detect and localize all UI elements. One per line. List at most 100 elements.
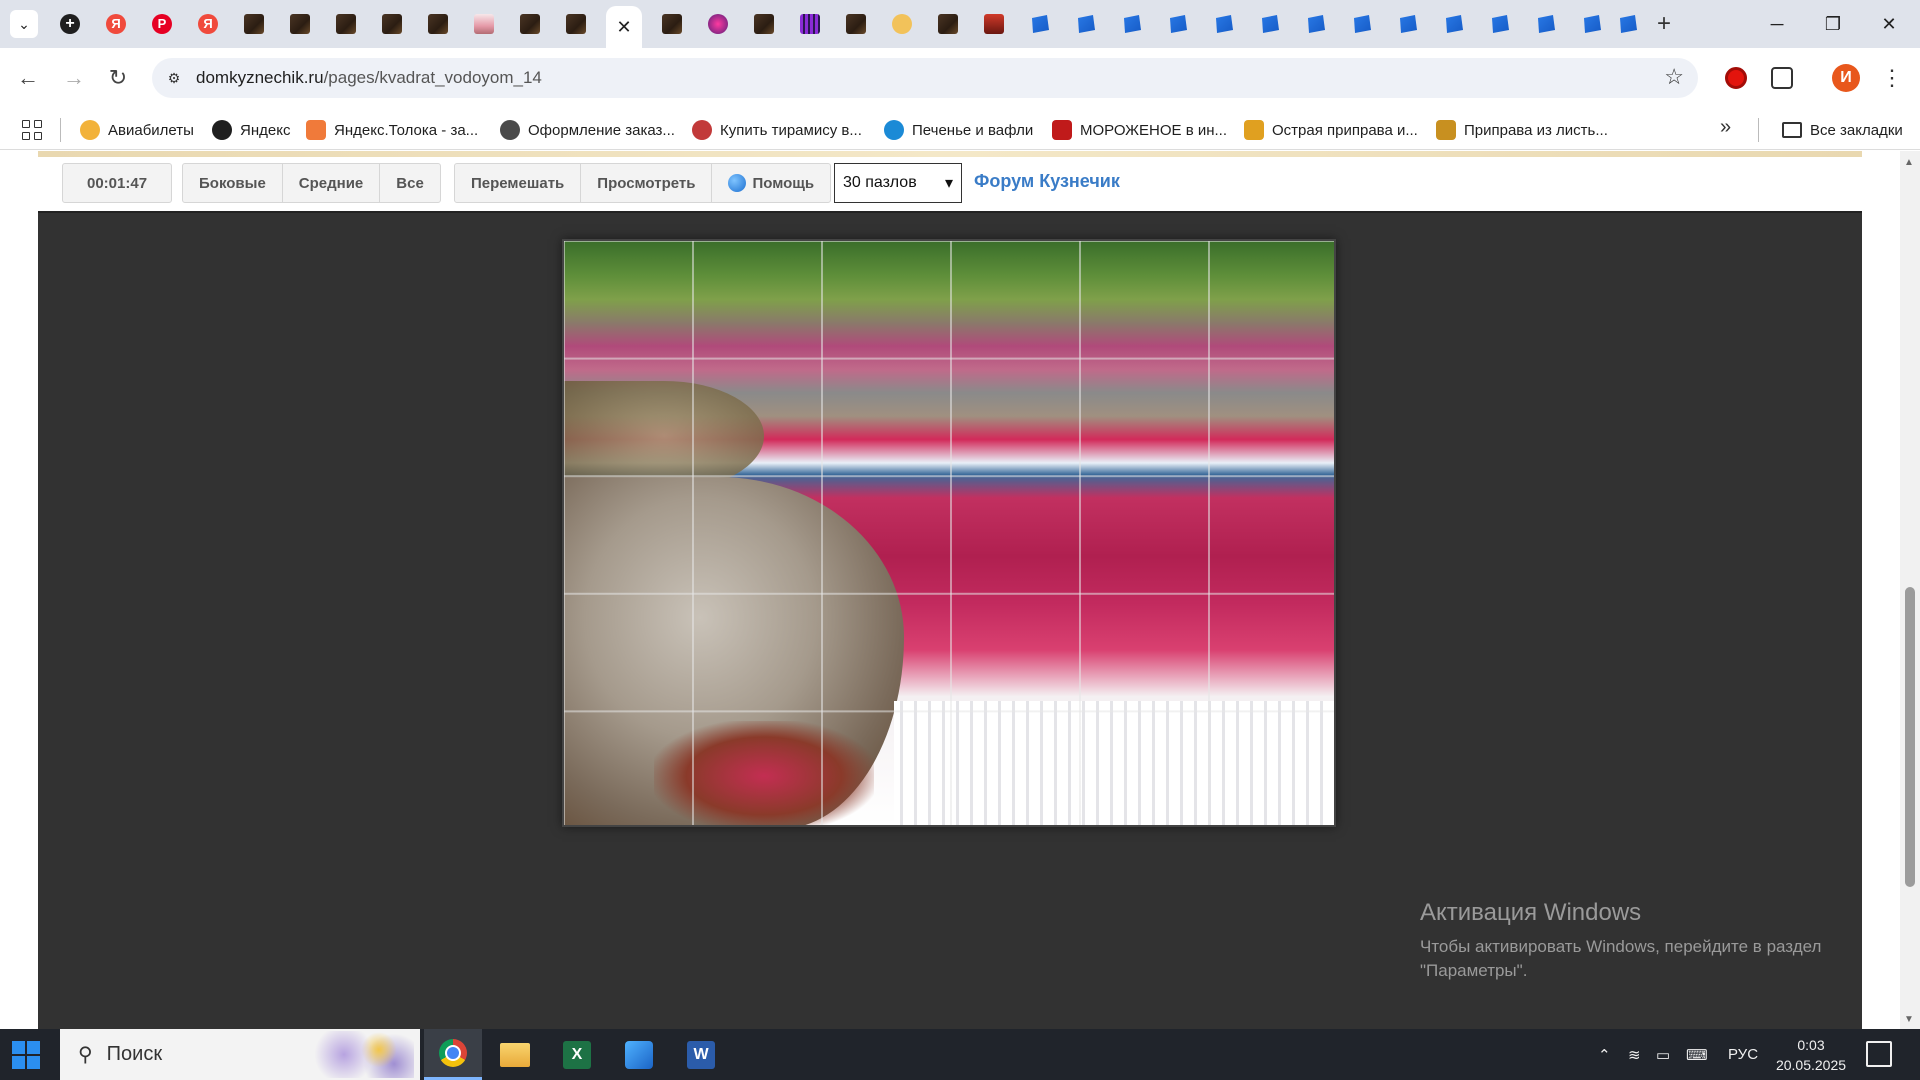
tab[interactable] <box>286 10 314 38</box>
excel-taskbar-button[interactable]: X <box>548 1029 606 1080</box>
menu-dots-icon[interactable]: ⋮ <box>1878 64 1906 92</box>
tab[interactable] <box>1614 10 1642 38</box>
bookmark-item[interactable]: Печенье и вафли <box>884 116 1033 144</box>
windows-start-icon[interactable] <box>12 1041 40 1069</box>
page-content: 00:01:47 Боковые Средние Все Перемешать … <box>0 151 1900 1029</box>
apps-grid-icon[interactable] <box>20 118 44 142</box>
more-bookmarks-chevron-icon[interactable]: » <box>1720 116 1731 139</box>
bookmark-item[interactable]: Яндекс.Толока - за... <box>306 116 478 144</box>
tab[interactable] <box>516 10 544 38</box>
bookmark-item[interactable]: Яндекс <box>212 116 290 144</box>
puzzle-image[interactable] <box>562 239 1336 827</box>
notifications-icon[interactable] <box>1866 1041 1892 1067</box>
dropdown-arrow-icon: ▾ <box>944 175 953 192</box>
page-scrollbar[interactable]: ▲ ▼ <box>1900 151 1920 1029</box>
tab[interactable] <box>1394 10 1422 38</box>
timer-display: 00:01:47 <box>87 174 148 192</box>
bookmark-label: Острая приправа и... <box>1272 121 1418 139</box>
shuffle-button[interactable]: Перемешать <box>455 164 582 202</box>
tab[interactable] <box>1256 10 1284 38</box>
new-tab-plus-icon[interactable]: + <box>1650 10 1678 38</box>
pieces-count-select[interactable]: 30 пазлов ▾ <box>834 163 962 203</box>
tab[interactable]: Я <box>194 10 222 38</box>
tab[interactable]: + <box>56 10 84 38</box>
close-tab-icon[interactable]: ✕ <box>616 17 631 38</box>
middles-button[interactable]: Средние <box>283 164 381 202</box>
show-hidden-icons-chevron-icon[interactable]: ⌃ <box>1598 1029 1611 1080</box>
restore-icon[interactable]: ❐ <box>1810 8 1856 40</box>
reload-icon[interactable]: ↻ <box>100 60 136 96</box>
url-text[interactable]: domkyznechik.ru/pages/kvadrat_vodoyom_14 <box>196 68 542 88</box>
taskbar-clock[interactable]: 0:03 20.05.2025 <box>1766 1035 1856 1075</box>
tab[interactable] <box>1302 10 1330 38</box>
tab[interactable] <box>842 10 870 38</box>
tab-active[interactable]: ✕ <box>606 6 642 48</box>
scroll-up-icon[interactable]: ▲ <box>1904 157 1914 168</box>
language-indicator[interactable]: РУС <box>1728 1029 1758 1080</box>
tab[interactable] <box>1164 10 1192 38</box>
tab[interactable] <box>240 10 268 38</box>
tab[interactable]: Я <box>102 10 130 38</box>
tab[interactable] <box>796 10 824 38</box>
tab[interactable] <box>470 10 498 38</box>
tab[interactable] <box>980 10 1008 38</box>
bookmark-item[interactable]: Острая приправа и... <box>1244 116 1418 144</box>
tab[interactable] <box>750 10 778 38</box>
blue-page-favicon-icon <box>1354 15 1371 33</box>
tab[interactable] <box>1348 10 1376 38</box>
tab[interactable] <box>1210 10 1238 38</box>
grid-favicon-icon <box>800 14 820 34</box>
chrome-taskbar-button[interactable] <box>424 1029 482 1080</box>
bookmark-item[interactable]: МОРОЖЕНОЕ в ин... <box>1052 116 1227 144</box>
site-settings-icon[interactable]: ⚙ <box>162 66 186 90</box>
keyboard-icon[interactable]: ⌨ <box>1686 1029 1708 1080</box>
bookmark-item[interactable]: Приправа из листь... <box>1436 116 1608 144</box>
tab[interactable] <box>888 10 916 38</box>
tab[interactable] <box>1486 10 1514 38</box>
preview-button[interactable]: Просмотреть <box>581 164 713 202</box>
explorer-taskbar-button[interactable] <box>486 1029 544 1080</box>
edges-button[interactable]: Боковые <box>183 164 283 202</box>
tab[interactable] <box>934 10 962 38</box>
close-window-icon[interactable]: ✕ <box>1866 8 1912 40</box>
network-wifi-icon[interactable]: ≋ <box>1628 1029 1641 1080</box>
tab[interactable] <box>1532 10 1560 38</box>
tab[interactable] <box>704 10 732 38</box>
help-button[interactable]: Помощь <box>712 164 830 202</box>
bookmark-item[interactable]: Авиабилеты <box>80 116 194 144</box>
bookmark-item[interactable]: Оформление заказ... <box>500 116 675 144</box>
tab-search-button[interactable]: ⌄ <box>10 10 38 38</box>
photos-taskbar-button[interactable] <box>610 1029 668 1080</box>
bookmark-label: Купить тирамису в... <box>720 121 862 139</box>
back-arrow-icon[interactable]: ← <box>10 60 46 96</box>
scroll-thumb[interactable] <box>1905 587 1915 887</box>
tab[interactable] <box>1026 10 1054 38</box>
battery-icon[interactable]: ▭ <box>1656 1029 1670 1080</box>
bookmark-star-icon[interactable]: ☆ <box>1664 64 1684 90</box>
forward-arrow-icon[interactable]: → <box>56 60 92 96</box>
tab[interactable] <box>562 10 590 38</box>
adblock-extension-icon[interactable] <box>1722 64 1750 92</box>
bookmark-item[interactable]: Купить тирамису в... <box>692 116 862 144</box>
tab[interactable] <box>424 10 452 38</box>
bookmark-label: Авиабилеты <box>108 121 194 139</box>
tab[interactable] <box>378 10 406 38</box>
tab[interactable]: P <box>148 10 176 38</box>
word-taskbar-button[interactable]: W <box>672 1029 730 1080</box>
tab[interactable] <box>1440 10 1468 38</box>
all-button[interactable]: Все <box>380 164 440 202</box>
address-bar[interactable]: ⚙ domkyznechik.ru/pages/kvadrat_vodoyom_… <box>152 58 1698 98</box>
tab[interactable] <box>658 10 686 38</box>
profile-avatar[interactable]: И <box>1832 64 1860 92</box>
yandex-favicon-icon: Я <box>106 14 126 34</box>
forum-link[interactable]: Форум Кузнечик <box>974 171 1120 192</box>
extensions-puzzle-icon[interactable] <box>1768 64 1796 92</box>
scroll-down-icon[interactable]: ▼ <box>1904 1014 1914 1025</box>
minimize-icon[interactable]: ─ <box>1754 8 1800 40</box>
tab[interactable] <box>1578 10 1606 38</box>
all-bookmarks-button[interactable]: Все закладки <box>1782 116 1903 144</box>
tab[interactable] <box>332 10 360 38</box>
tab[interactable] <box>1118 10 1146 38</box>
tab[interactable] <box>1072 10 1100 38</box>
taskbar-search[interactable]: ⚲ Поиск <box>60 1029 420 1080</box>
